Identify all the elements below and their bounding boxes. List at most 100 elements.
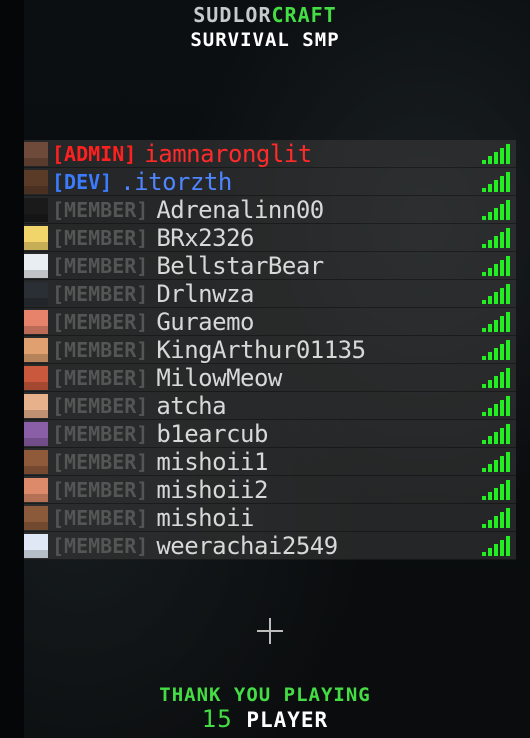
signal-bar <box>494 488 498 500</box>
signal-bar <box>494 292 498 304</box>
signal-bar <box>506 396 510 416</box>
signal-bar <box>494 376 498 388</box>
signal-bar <box>506 368 510 388</box>
signal-bar <box>500 204 504 220</box>
signal-bar <box>488 240 492 248</box>
player-rank: [MEMBER] <box>52 281 149 306</box>
player-head-icon <box>24 169 48 194</box>
player-row: [MEMBER] mishoii <box>24 504 516 532</box>
player-row: [MEMBER] b1earcub <box>24 420 516 448</box>
signal-bar <box>488 380 492 388</box>
signal-bar <box>488 464 492 472</box>
player-list: [ADMIN] iamnaronglit [DEV] .itorzth [MEMBER]… <box>24 140 516 560</box>
signal-bars-icon <box>482 396 512 416</box>
signal-bar <box>506 480 510 500</box>
signal-bar <box>500 344 504 360</box>
player-name: mishoii <box>156 503 254 532</box>
signal-bar <box>494 432 498 444</box>
signal-bar <box>488 436 492 444</box>
tablist-header: SUDLORCRAFT SURVIVAL SMP <box>0 4 530 52</box>
player-head-icon <box>24 477 48 502</box>
player-rank: [MEMBER] <box>52 533 149 558</box>
signal-bars-icon <box>482 228 512 248</box>
signal-bars-icon <box>482 340 512 360</box>
signal-bar <box>500 484 504 500</box>
player-row: [MEMBER] Adrenalinn00 <box>24 196 516 224</box>
player-head-icon <box>24 281 48 306</box>
signal-bars-icon <box>482 256 512 276</box>
player-rank: [MEMBER] <box>52 309 149 334</box>
signal-bar <box>494 348 498 360</box>
signal-bar <box>482 552 486 556</box>
signal-bar <box>506 424 510 444</box>
signal-bar <box>488 268 492 276</box>
signal-bar <box>506 312 510 332</box>
player-head-icon <box>24 141 48 166</box>
signal-bar <box>494 208 498 220</box>
server-title-part1: SUDLOR <box>193 3 272 27</box>
tablist-footer: THANK YOU PLAYING 15 PLAYER <box>0 684 530 733</box>
signal-bars-icon <box>482 312 512 332</box>
signal-bar <box>482 412 486 416</box>
player-head-icon <box>24 197 48 222</box>
signal-bar <box>500 148 504 164</box>
signal-bar <box>500 372 504 388</box>
player-rank: [MEMBER] <box>52 421 149 446</box>
player-row: [MEMBER] MilowMeow <box>24 364 516 392</box>
player-head-icon <box>24 253 48 278</box>
player-name: KingArthur01135 <box>156 335 366 364</box>
signal-bars-icon <box>482 452 512 472</box>
player-row: [MEMBER] weerachai2549 <box>24 532 516 560</box>
player-name: BRx2326 <box>156 223 254 252</box>
signal-bar <box>494 264 498 276</box>
signal-bar <box>506 228 510 248</box>
player-rank: [MEMBER] <box>52 337 149 362</box>
signal-bar <box>506 200 510 220</box>
signal-bar <box>506 452 510 472</box>
signal-bars-icon <box>482 424 512 444</box>
signal-bar <box>500 400 504 416</box>
signal-bars-icon <box>482 536 512 556</box>
signal-bar <box>506 508 510 528</box>
signal-bar <box>500 176 504 192</box>
signal-bar <box>482 356 486 360</box>
player-row: [MEMBER] mishoii2 <box>24 476 516 504</box>
signal-bar <box>494 516 498 528</box>
player-name: Drlnwza <box>156 279 254 308</box>
player-head-icon <box>24 505 48 530</box>
player-head-icon <box>24 309 48 334</box>
signal-bar <box>482 440 486 444</box>
player-name: mishoii1 <box>156 447 268 476</box>
player-rank: [MEMBER] <box>52 197 149 222</box>
player-name: mishoii2 <box>156 475 268 504</box>
crosshair-icon <box>257 618 283 644</box>
server-title: SUDLORCRAFT <box>0 4 530 26</box>
signal-bars-icon <box>482 172 512 192</box>
player-rank: [MEMBER] <box>52 477 149 502</box>
signal-bar <box>488 296 492 304</box>
player-count-label: PLAYER <box>246 708 329 732</box>
signal-bars-icon <box>482 480 512 500</box>
player-name: iamnaronglit <box>144 139 312 168</box>
signal-bar <box>506 340 510 360</box>
player-row: [MEMBER] atcha <box>24 392 516 420</box>
player-rank: [MEMBER] <box>52 365 149 390</box>
player-head-icon <box>24 337 48 362</box>
player-name: b1earcub <box>156 419 268 448</box>
signal-bar <box>482 328 486 332</box>
signal-bars-icon <box>482 368 512 388</box>
player-head-icon <box>24 393 48 418</box>
footer-thanks: THANK YOU PLAYING <box>159 684 371 706</box>
signal-bars-icon <box>482 144 512 164</box>
player-row: [MEMBER] Drlnwza <box>24 280 516 308</box>
signal-bar <box>488 408 492 416</box>
player-rank: [MEMBER] <box>52 225 149 250</box>
signal-bar <box>482 384 486 388</box>
signal-bar <box>494 320 498 332</box>
signal-bar <box>494 236 498 248</box>
player-count-number: 15 <box>201 705 233 733</box>
signal-bars-icon <box>482 508 512 528</box>
player-head-icon <box>24 421 48 446</box>
signal-bar <box>506 284 510 304</box>
signal-bars-icon <box>482 200 512 220</box>
